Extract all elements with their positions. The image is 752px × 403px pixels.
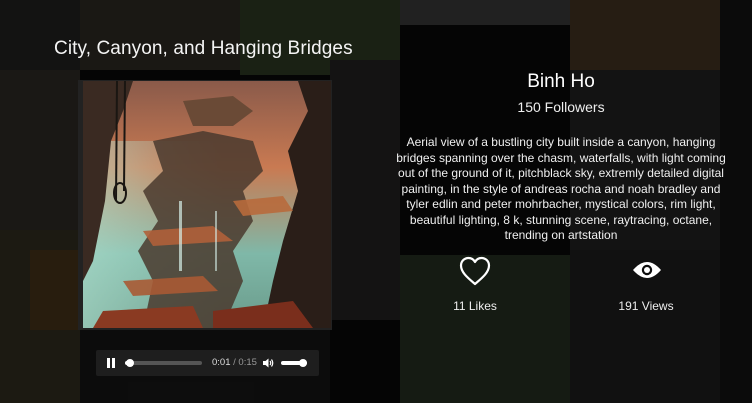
author-name[interactable]: Binh Ho [400,71,722,93]
current-time: 0:01 [212,357,231,368]
artwork-image[interactable] [83,81,331,328]
heart-icon[interactable] [458,255,492,287]
page-title: City, Canyon, and Hanging Bridges [54,38,353,59]
prompt-description: Aerial view of a bustling city built ins… [396,135,726,242]
video-player-controls: 0:01 / 0:15 [96,350,319,376]
volume-slider-thumb[interactable] [299,359,307,367]
duration: 0:15 [238,357,257,368]
likes-count: 11 Likes [453,299,497,313]
time-display: 0:01 / 0:15 [212,357,257,368]
volume-icon[interactable] [262,357,274,369]
eye-icon [633,262,661,278]
views-count: 191 Views [618,299,674,313]
seek-bar-thumb[interactable] [126,359,135,367]
seek-bar[interactable] [125,359,202,367]
pause-icon[interactable] [106,358,116,368]
follower-count: 150 Followers [517,99,605,115]
time-separator: / [233,357,236,368]
